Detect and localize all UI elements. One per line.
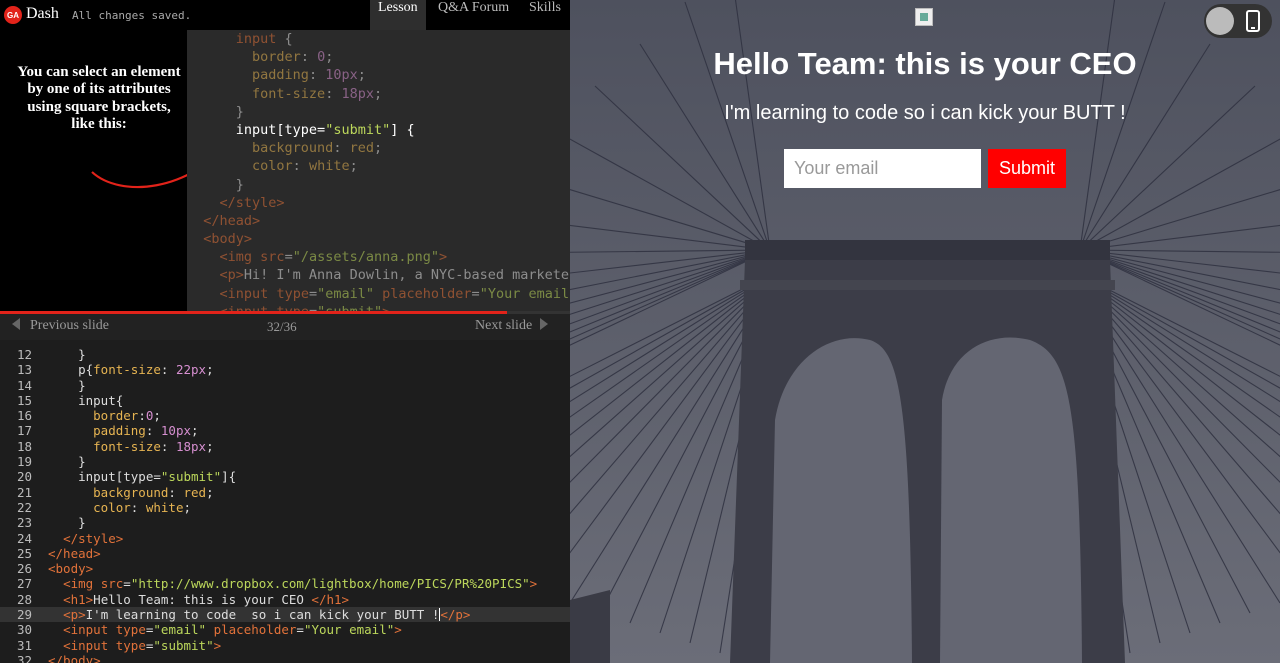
previous-slide-label: Previous slide <box>30 318 109 333</box>
next-slide-label: Next slide <box>475 318 533 333</box>
editor-line-current[interactable]: 29 <p>I'm learning to code so i can kick… <box>0 607 570 623</box>
next-arrow-icon <box>540 318 549 330</box>
prev-arrow-icon <box>12 318 20 330</box>
lesson-slide: You can select an element by one of its … <box>0 30 570 312</box>
editor-line[interactable]: 28 <h1>Hello Team: this is your CEO </h1… <box>0 592 570 607</box>
lesson-note: You can select an element by one of its … <box>17 64 181 132</box>
editor-line[interactable]: 13 p{font-size: 22px; <box>0 362 570 377</box>
editor-line[interactable]: 32 </body> <box>0 653 570 663</box>
editor-line[interactable]: 17 padding: 10px; <box>0 423 570 438</box>
lesson-code-sample: input { border: 0; padding: 10px; font-s… <box>187 30 570 312</box>
save-status: All changes saved. <box>72 9 192 22</box>
editor-line[interactable]: 26 <body> <box>0 561 570 576</box>
editor-line[interactable]: 14 } <box>0 378 570 393</box>
slide-counter: 32/36 <box>267 319 297 334</box>
editor-line[interactable]: 20 input[type="submit"]{ <box>0 469 570 484</box>
email-field[interactable] <box>784 149 981 188</box>
editor-line[interactable]: 18 font-size: 18px; <box>0 439 570 454</box>
submit-button[interactable]: Submit <box>988 149 1066 188</box>
page-subtitle: I'm learning to code so i can kick your … <box>724 102 1126 124</box>
device-view-toggle[interactable] <box>1204 4 1272 38</box>
phone-icon <box>1246 10 1260 32</box>
live-preview: Hello Team: this is your CEO I'm learnin… <box>570 0 1280 663</box>
app-name: Dash <box>26 5 59 22</box>
page-heading: Hello Team: this is your CEO <box>713 46 1137 81</box>
next-slide-button[interactable]: Next slide <box>475 318 549 334</box>
editor-line[interactable]: 30 <input type="email" placeholder="Your… <box>0 622 570 637</box>
slide-navigation: Previous slide 32/36 Next slide <box>0 314 570 340</box>
tab-lesson[interactable]: Lesson <box>370 0 426 30</box>
editor-line[interactable]: 16 border:0; <box>0 408 570 423</box>
tab-skills[interactable]: Skills <box>521 0 569 30</box>
previous-slide-button[interactable]: Previous slide <box>12 318 109 334</box>
editor-line[interactable]: 21 background: red; <box>0 485 570 500</box>
toggle-icon <box>1206 7 1234 35</box>
ga-logo-icon[interactable]: GA <box>4 6 22 24</box>
editor-line[interactable]: 12 } <box>0 347 570 362</box>
editor-line[interactable]: 24 </style> <box>0 531 570 546</box>
code-editor[interactable]: 12 } 13 p{font-size: 22px; 14 } 15 input… <box>0 340 570 663</box>
editor-line[interactable]: 23 } <box>0 515 570 530</box>
editor-line[interactable]: 27 <img src="http://www.dropbox.com/ligh… <box>0 576 570 591</box>
bridge-background-image <box>570 0 1280 663</box>
tab-qa-forum[interactable]: Q&A Forum <box>430 0 517 30</box>
top-bar: GA Dash All changes saved. Lesson Q&A Fo… <box>0 0 570 30</box>
editor-line[interactable]: 19 } <box>0 454 570 469</box>
editor-line[interactable]: 22 color: white; <box>0 500 570 515</box>
editor-line[interactable]: 15 input{ <box>0 393 570 408</box>
editor-line[interactable]: 25 </head> <box>0 546 570 561</box>
broken-image-icon <box>915 8 933 26</box>
editor-line[interactable]: 31 <input type="submit"> <box>0 638 570 653</box>
lesson-panel: GA Dash All changes saved. Lesson Q&A Fo… <box>0 0 570 663</box>
